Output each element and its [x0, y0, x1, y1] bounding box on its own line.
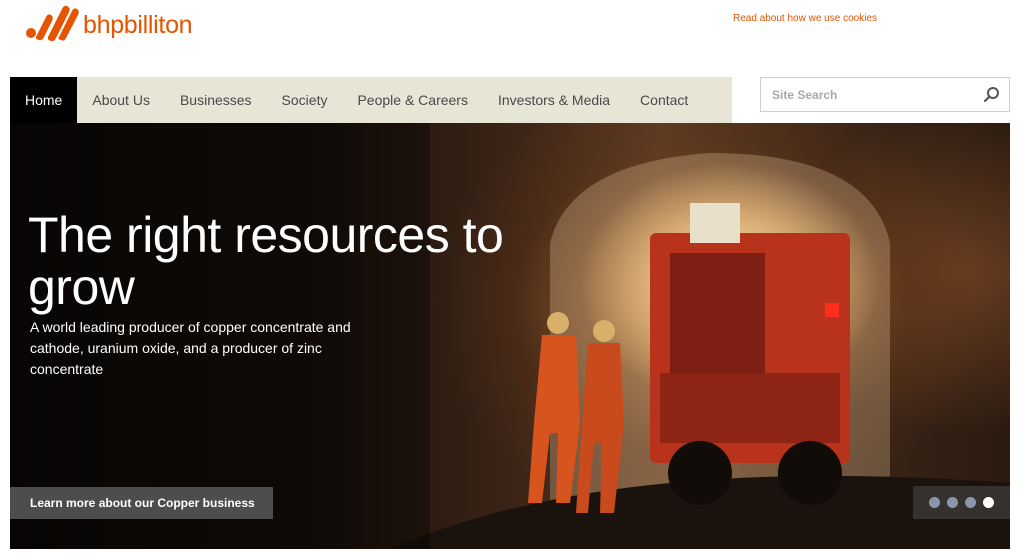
nav-item-businesses[interactable]: Businesses — [165, 77, 267, 123]
bhp-logo-icon — [26, 5, 79, 42]
nav-item-investors-media[interactable]: Investors & Media — [483, 77, 625, 123]
nav-item-about-us[interactable]: About Us — [77, 77, 165, 123]
nav-item-home[interactable]: Home — [10, 77, 78, 123]
search-icon — [983, 87, 999, 103]
nav-item-society[interactable]: Society — [267, 77, 343, 123]
search-input[interactable] — [761, 78, 976, 111]
carousel-dot-1[interactable] — [929, 497, 940, 508]
carousel-dot-2[interactable] — [947, 497, 958, 508]
brand-name: bhpbilliton — [83, 10, 193, 39]
hero-subtitle: A world leading producer of copper conce… — [30, 319, 351, 377]
hero-title: The right resources to grow — [28, 207, 504, 315]
brand-logo[interactable]: bhpbilliton — [26, 3, 193, 43]
cookie-policy-link[interactable]: Read about how we use cookies — [733, 13, 877, 24]
copper-business-cta[interactable]: Learn more about our Copper business — [10, 487, 273, 519]
carousel-pagination — [913, 486, 1010, 519]
nav-item-contact[interactable]: Contact — [625, 77, 703, 123]
carousel-dot-3[interactable] — [965, 497, 976, 508]
site-header: bhpbilliton Read about how we use cookie… — [0, 0, 1020, 77]
hero-banner: The right resources to grow A world lead… — [10, 123, 1010, 549]
site-search — [760, 77, 1010, 112]
main-nav: Home About Us Businesses Society People … — [10, 77, 732, 123]
search-button[interactable] — [983, 86, 1001, 104]
nav-item-people-careers[interactable]: People & Careers — [342, 77, 483, 123]
carousel-dot-4[interactable] — [983, 497, 994, 508]
